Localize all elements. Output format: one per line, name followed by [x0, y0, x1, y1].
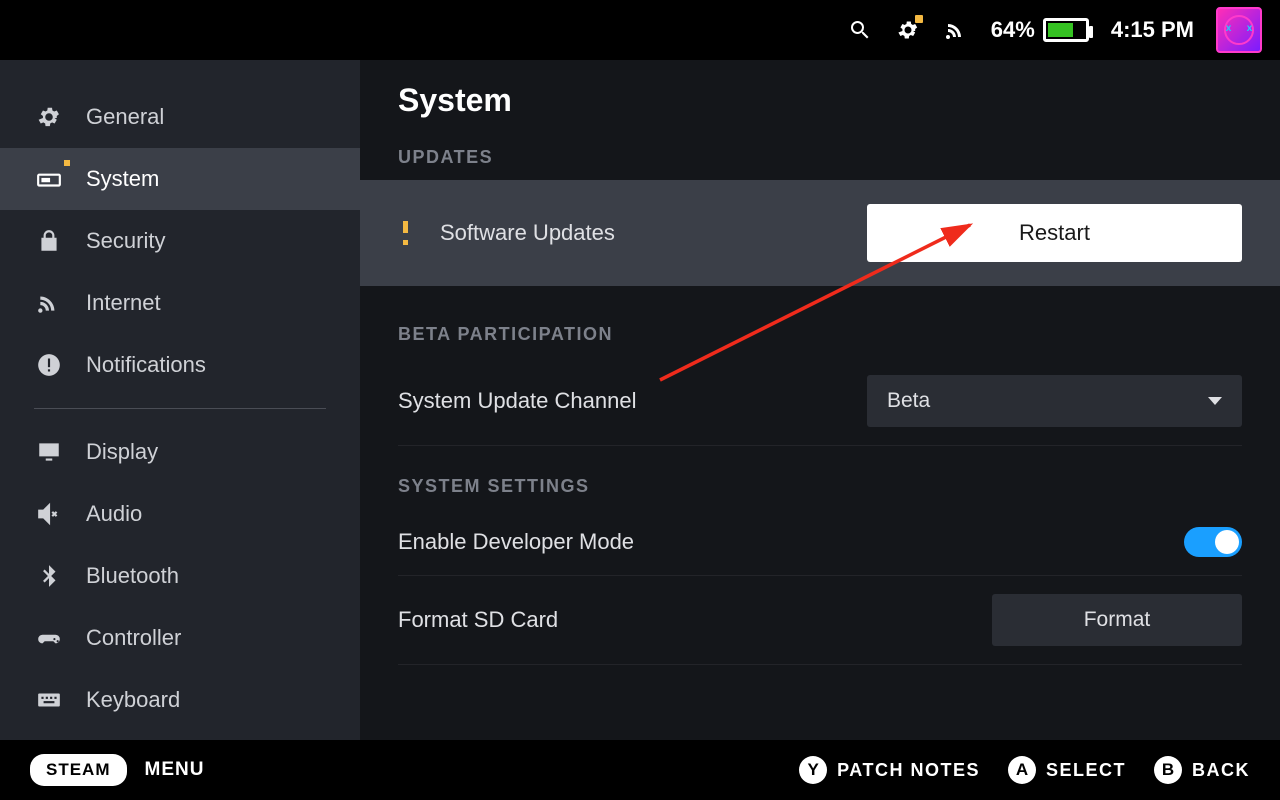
monitor-icon — [34, 437, 64, 467]
format-button[interactable]: Format — [992, 594, 1242, 646]
select-value: Beta — [887, 389, 930, 413]
speaker-mute-icon — [34, 499, 64, 529]
sidebar-item-bluetooth[interactable]: Bluetooth — [0, 545, 360, 607]
sidebar-item-label: Security — [86, 228, 165, 254]
sidebar-item-notifications[interactable]: Notifications — [0, 334, 360, 396]
row-developer-mode: Enable Developer Mode — [398, 509, 1242, 576]
restart-button[interactable]: Restart — [867, 204, 1242, 262]
a-button-icon: A — [1008, 756, 1036, 784]
section-header-beta: BETA PARTICIPATION — [398, 324, 1242, 345]
y-button-icon: Y — [799, 756, 827, 784]
clock: 4:15 PM — [1111, 17, 1194, 43]
alert-icon — [34, 350, 64, 380]
deck-icon — [34, 164, 64, 194]
sidebar-item-label: Internet — [86, 290, 161, 316]
steam-button[interactable]: STEAM — [30, 754, 127, 786]
update-channel-select[interactable]: Beta — [867, 375, 1242, 427]
page-title: System — [398, 82, 1242, 119]
sidebar-item-label: System — [86, 166, 159, 192]
row-label: System Update Channel — [398, 388, 636, 414]
content-area: System UPDATES Software Updates Restart … — [360, 60, 1280, 740]
sidebar-item-label: Display — [86, 439, 158, 465]
sidebar-item-keyboard[interactable]: Keyboard — [0, 669, 360, 731]
hint-select[interactable]: A SELECT — [1008, 756, 1126, 784]
sidebar-item-label: Controller — [86, 625, 181, 651]
menu-label: MENU — [145, 759, 205, 781]
sidebar-item-controller[interactable]: Controller — [0, 607, 360, 669]
gear-icon — [34, 102, 64, 132]
sidebar-item-label: Keyboard — [86, 687, 180, 713]
section-header-settings: SYSTEM SETTINGS — [398, 476, 1242, 497]
hint-patch-notes[interactable]: Y PATCH NOTES — [799, 756, 980, 784]
b-button-icon: B — [1154, 756, 1182, 784]
section-header-updates: UPDATES — [398, 147, 1242, 168]
lock-icon — [34, 226, 64, 256]
battery-icon — [1043, 18, 1089, 42]
sidebar: General System Security Internet Notific… — [0, 60, 360, 740]
search-icon[interactable] — [847, 17, 873, 43]
row-update-channel: System Update Channel Beta — [398, 357, 1242, 446]
row-software-updates: Software Updates Restart — [360, 180, 1280, 286]
avatar[interactable]: xx — [1216, 7, 1262, 53]
developer-mode-toggle[interactable] — [1184, 527, 1242, 557]
sidebar-item-system[interactable]: System — [0, 148, 360, 210]
sidebar-item-internet[interactable]: Internet — [0, 272, 360, 334]
bluetooth-icon — [34, 561, 64, 591]
hint-label: SELECT — [1046, 760, 1126, 781]
alert-icon — [398, 225, 414, 241]
keyboard-icon — [34, 685, 64, 715]
row-label: Enable Developer Mode — [398, 529, 634, 555]
footer-bar: STEAM MENU Y PATCH NOTES A SELECT B BACK — [0, 740, 1280, 800]
sidebar-item-display[interactable]: Display — [0, 421, 360, 483]
sidebar-item-general[interactable]: General — [0, 86, 360, 148]
sidebar-item-label: General — [86, 104, 164, 130]
sidebar-item-security[interactable]: Security — [0, 210, 360, 272]
battery-indicator: 64% — [991, 17, 1089, 43]
gear-icon[interactable] — [895, 17, 921, 43]
gamepad-icon — [34, 623, 64, 653]
chevron-down-icon — [1208, 397, 1222, 405]
wifi-icon[interactable] — [943, 17, 969, 43]
hint-back[interactable]: B BACK — [1154, 756, 1250, 784]
row-label: Format SD Card — [398, 607, 558, 633]
hint-label: PATCH NOTES — [837, 760, 980, 781]
battery-percent: 64% — [991, 17, 1035, 43]
sidebar-item-label: Audio — [86, 501, 142, 527]
hint-label: BACK — [1192, 760, 1250, 781]
signal-icon — [34, 288, 64, 318]
row-format-sd: Format SD Card Format — [398, 576, 1242, 665]
sidebar-item-audio[interactable]: Audio — [0, 483, 360, 545]
sidebar-item-label: Bluetooth — [86, 563, 179, 589]
row-label: Software Updates — [440, 220, 615, 246]
top-bar: 64% 4:15 PM xx — [0, 0, 1280, 60]
sidebar-divider — [34, 408, 326, 409]
sidebar-item-label: Notifications — [86, 352, 206, 378]
